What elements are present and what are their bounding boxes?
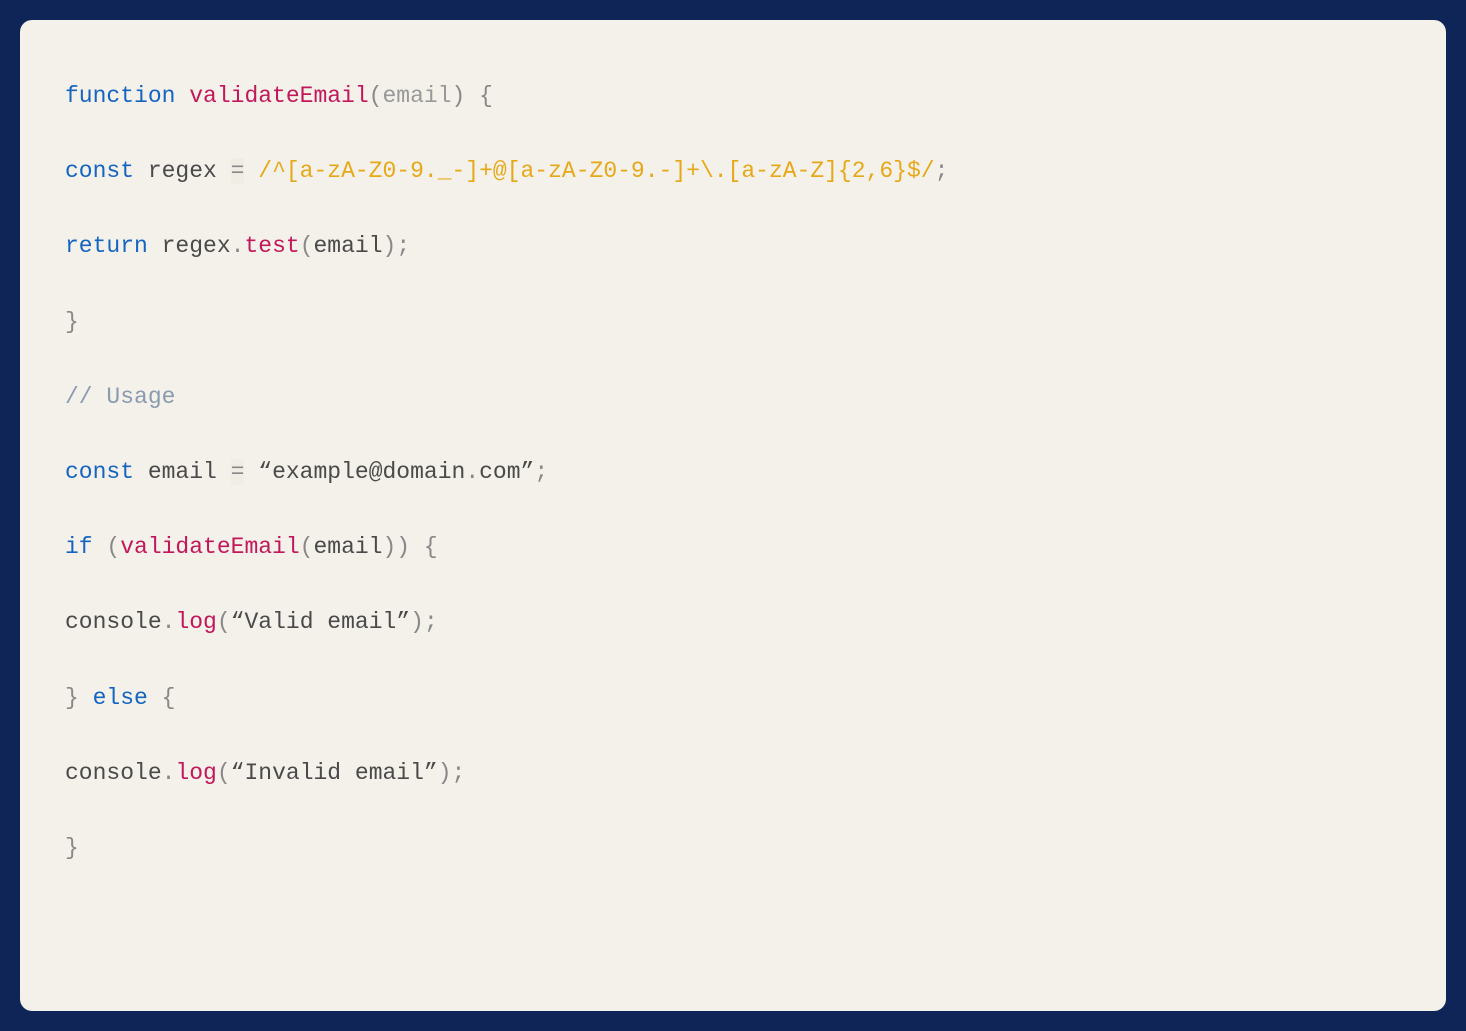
paren: ( <box>300 233 314 259</box>
function-name: validateEmail <box>189 83 368 109</box>
operator-equals: = <box>231 158 245 184</box>
dot: . <box>162 760 176 786</box>
paren: ) <box>438 760 452 786</box>
code-line-6: const email = “example@domain.com”; <box>65 456 1401 488</box>
dot: . <box>231 233 245 259</box>
string-quote: “ <box>231 609 245 635</box>
operator-equals: = <box>231 459 245 485</box>
space <box>79 685 93 711</box>
method-log: log <box>175 609 216 635</box>
regex-literal: /^[a-zA-Z0-9._-]+@[a-zA-Z0-9.-]+\.[a-zA-… <box>258 158 934 184</box>
code-line-3: return regex.test(email); <box>65 230 1401 262</box>
paren: ) <box>383 233 397 259</box>
paren: ) <box>452 83 466 109</box>
brace: { <box>424 534 438 560</box>
brace: { <box>162 685 176 711</box>
brace: { <box>479 83 493 109</box>
string-value: Valid email <box>244 609 396 635</box>
function-name: validateEmail <box>120 534 299 560</box>
keyword-else: else <box>93 685 148 711</box>
paren: ( <box>300 534 314 560</box>
code-line-8: console.log(“Valid email”); <box>65 606 1401 638</box>
paren: ( <box>369 83 383 109</box>
semicolon: ; <box>935 158 949 184</box>
code-line-9: } else { <box>65 682 1401 714</box>
param: email <box>382 83 451 109</box>
keyword-const: const <box>65 158 134 184</box>
keyword-if: if <box>65 534 93 560</box>
variable: regex <box>148 233 231 259</box>
argument: email <box>314 233 383 259</box>
variable: regex <box>134 158 231 184</box>
space <box>244 158 258 184</box>
paren: ( <box>217 609 231 635</box>
code-line-1: function validateEmail(email) { <box>65 80 1401 112</box>
code-line-5: // Usage <box>65 381 1401 413</box>
semicolon: ; <box>424 609 438 635</box>
brace: } <box>65 685 79 711</box>
brace: } <box>65 835 79 861</box>
paren: ) <box>382 534 396 560</box>
code-line-10: console.log(“Invalid email”); <box>65 757 1401 789</box>
string-value: Invalid email <box>244 760 423 786</box>
semicolon: ; <box>396 233 410 259</box>
paren: ( <box>217 760 231 786</box>
keyword-const: const <box>65 459 134 485</box>
code-line-11: } <box>65 832 1401 864</box>
keyword-function: function <box>65 83 175 109</box>
code-line-7: if (validateEmail(email)) { <box>65 531 1401 563</box>
dot: . <box>465 459 479 485</box>
code-line-4: } <box>65 306 1401 338</box>
console: console <box>65 760 162 786</box>
method-log: log <box>175 760 216 786</box>
argument: email <box>313 534 382 560</box>
paren: ) <box>410 609 424 635</box>
keyword-return: return <box>65 233 148 259</box>
string-quote: ” <box>521 459 535 485</box>
method: test <box>244 233 299 259</box>
string-quote: “ <box>231 760 245 786</box>
console: console <box>65 609 162 635</box>
brace: } <box>65 309 79 335</box>
code-line-2: const regex = /^[a-zA-Z0-9._-]+@[a-zA-Z0… <box>65 155 1401 187</box>
string-value: com <box>479 459 520 485</box>
string-quote: ” <box>424 760 438 786</box>
comment: // Usage <box>65 384 175 410</box>
semicolon: ; <box>452 760 466 786</box>
string-value: example@domain <box>272 459 465 485</box>
semicolon: ; <box>534 459 548 485</box>
space <box>148 685 162 711</box>
string-quote: “ <box>258 459 272 485</box>
string-quote: ” <box>396 609 410 635</box>
paren: ( <box>93 534 121 560</box>
code-block: function validateEmail(email) { const re… <box>20 20 1446 1011</box>
dot: . <box>162 609 176 635</box>
paren: ) <box>396 534 410 560</box>
space <box>244 459 258 485</box>
variable: email <box>134 459 231 485</box>
